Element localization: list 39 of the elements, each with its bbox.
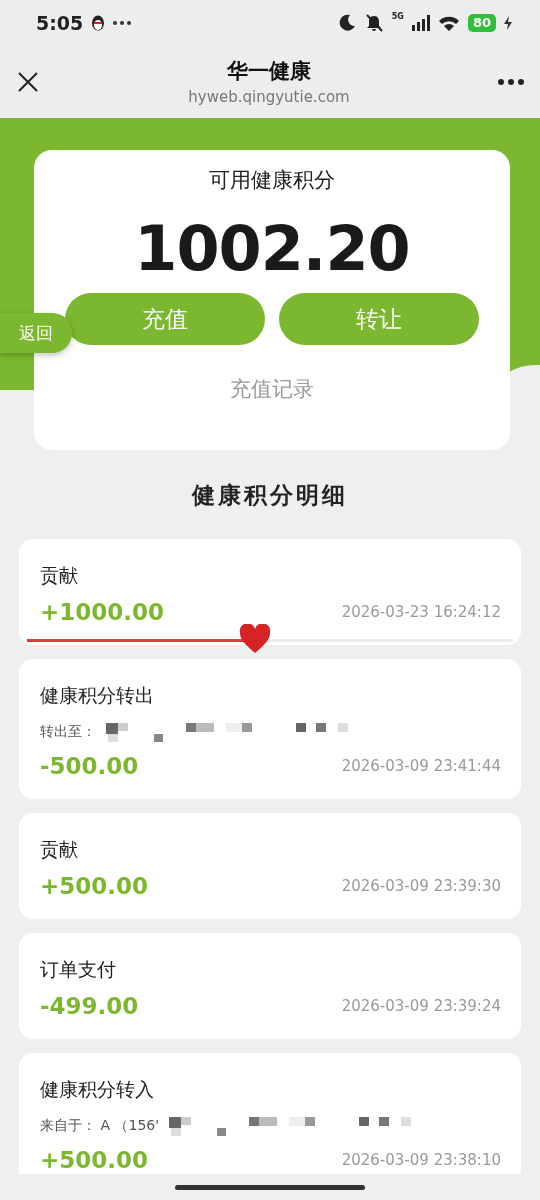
record-time: 2026-03-23 16:24:12 (341, 603, 501, 621)
balance-value: 1002.20 (134, 212, 410, 285)
more-icon (113, 20, 132, 25)
battery-icon: 80 (467, 13, 496, 32)
network-label: 5G (391, 12, 404, 21)
record-detail: 来自于： A （156' (40, 1117, 160, 1135)
signal-icon (411, 14, 430, 31)
record-title: 健康积分转入 (40, 1077, 155, 1102)
record-title: 订单支付 (40, 957, 117, 982)
page-title: 华一健康 (227, 58, 311, 85)
record-title: 贡献 (40, 563, 79, 588)
page-url: hyweb.qingyutie.com (188, 88, 350, 106)
more-button[interactable] (498, 78, 524, 85)
record-time: 2026-03-09 23:39:24 (341, 997, 501, 1015)
close-button[interactable] (16, 69, 40, 94)
record-amount: -499.00 (40, 993, 139, 1019)
back-button[interactable]: 返回 (0, 313, 72, 353)
record-amount: +500.00 (40, 1147, 149, 1173)
recharge-button[interactable]: 充值 (65, 293, 265, 345)
record-title: 健康积分转出 (40, 683, 155, 708)
recharge-history-link[interactable]: 充值记录 (230, 375, 314, 403)
charging-icon (504, 15, 512, 30)
record-time: 2026-03-09 23:38:10 (341, 1151, 501, 1169)
moon-icon (338, 14, 356, 31)
record-time: 2026-03-09 23:39:30 (341, 877, 501, 895)
record-time: 2026-03-09 23:41:44 (341, 757, 501, 775)
wifi-icon (437, 14, 460, 31)
transfer-button[interactable]: 转让 (279, 293, 479, 345)
record-amount: +1000.00 (40, 599, 165, 625)
record-amount: -500.00 (40, 753, 139, 779)
heart-icon (239, 624, 272, 654)
section-title: 健康积分明细 (190, 481, 349, 510)
penguin-icon (91, 14, 106, 31)
record-detail: 转出至： (40, 723, 96, 741)
record-title: 贡献 (40, 837, 79, 862)
status-time: 5:05 (36, 11, 84, 34)
bell-muted-icon (363, 13, 384, 32)
record-amount: +500.00 (40, 873, 149, 899)
balance-label: 可用健康积分 (209, 167, 335, 194)
